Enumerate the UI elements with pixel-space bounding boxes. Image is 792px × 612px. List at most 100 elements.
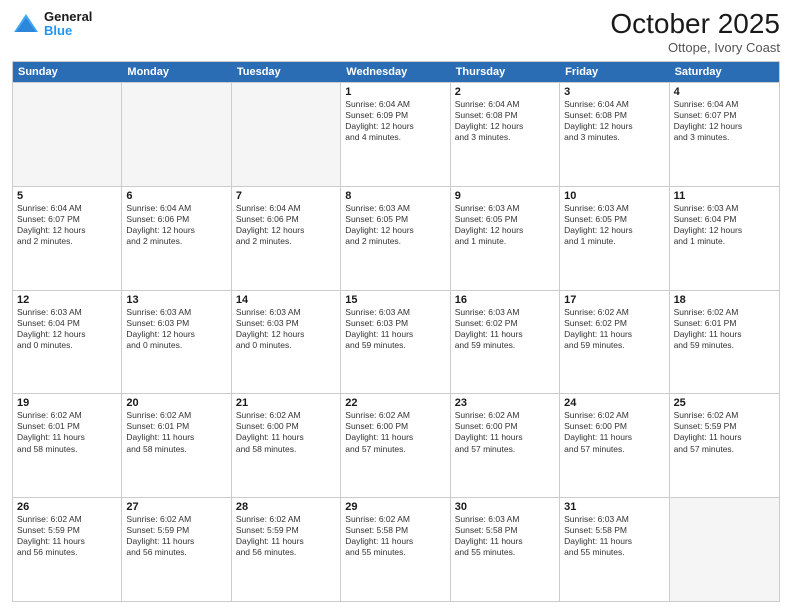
day-number: 24 xyxy=(564,397,664,409)
day-info: Sunrise: 6:03 AM Sunset: 6:05 PM Dayligh… xyxy=(455,203,555,247)
day-info: Sunrise: 6:02 AM Sunset: 5:59 PM Dayligh… xyxy=(236,514,336,558)
day-cell: 31Sunrise: 6:03 AM Sunset: 5:58 PM Dayli… xyxy=(560,498,669,601)
day-number: 13 xyxy=(126,294,226,306)
day-cell xyxy=(232,83,341,186)
day-number: 5 xyxy=(17,190,117,202)
day-number: 29 xyxy=(345,501,445,513)
day-cell: 5Sunrise: 6:04 AM Sunset: 6:07 PM Daylig… xyxy=(13,187,122,290)
day-info: Sunrise: 6:02 AM Sunset: 6:00 PM Dayligh… xyxy=(455,410,555,454)
day-number: 3 xyxy=(564,86,664,98)
day-cell: 25Sunrise: 6:02 AM Sunset: 5:59 PM Dayli… xyxy=(670,394,779,497)
day-number: 22 xyxy=(345,397,445,409)
day-info: Sunrise: 6:03 AM Sunset: 6:05 PM Dayligh… xyxy=(345,203,445,247)
day-info: Sunrise: 6:03 AM Sunset: 6:04 PM Dayligh… xyxy=(17,307,117,351)
day-info: Sunrise: 6:04 AM Sunset: 6:07 PM Dayligh… xyxy=(17,203,117,247)
day-cell: 13Sunrise: 6:03 AM Sunset: 6:03 PM Dayli… xyxy=(122,291,231,394)
day-cell: 6Sunrise: 6:04 AM Sunset: 6:06 PM Daylig… xyxy=(122,187,231,290)
day-number: 11 xyxy=(674,190,775,202)
day-info: Sunrise: 6:03 AM Sunset: 6:05 PM Dayligh… xyxy=(564,203,664,247)
day-number: 4 xyxy=(674,86,775,98)
logo-text: General Blue xyxy=(44,10,92,39)
day-cell: 8Sunrise: 6:03 AM Sunset: 6:05 PM Daylig… xyxy=(341,187,450,290)
day-cell: 9Sunrise: 6:03 AM Sunset: 6:05 PM Daylig… xyxy=(451,187,560,290)
day-number: 19 xyxy=(17,397,117,409)
day-cell: 23Sunrise: 6:02 AM Sunset: 6:00 PM Dayli… xyxy=(451,394,560,497)
day-cell: 4Sunrise: 6:04 AM Sunset: 6:07 PM Daylig… xyxy=(670,83,779,186)
day-number: 1 xyxy=(345,86,445,98)
day-info: Sunrise: 6:03 AM Sunset: 5:58 PM Dayligh… xyxy=(564,514,664,558)
logo-icon xyxy=(12,12,40,36)
day-cell: 7Sunrise: 6:04 AM Sunset: 6:06 PM Daylig… xyxy=(232,187,341,290)
day-number: 12 xyxy=(17,294,117,306)
week-row: 19Sunrise: 6:02 AM Sunset: 6:01 PM Dayli… xyxy=(13,393,779,497)
day-info: Sunrise: 6:02 AM Sunset: 6:00 PM Dayligh… xyxy=(345,410,445,454)
title-area: October 2025 Ottope, Ivory Coast xyxy=(610,10,780,55)
weeks: 1Sunrise: 6:04 AM Sunset: 6:09 PM Daylig… xyxy=(13,82,779,601)
location: Ottope, Ivory Coast xyxy=(610,40,780,55)
day-info: Sunrise: 6:03 AM Sunset: 6:03 PM Dayligh… xyxy=(126,307,226,351)
day-number: 8 xyxy=(345,190,445,202)
day-number: 6 xyxy=(126,190,226,202)
day-cell xyxy=(13,83,122,186)
month-title: October 2025 xyxy=(610,10,780,38)
header: General Blue October 2025 Ottope, Ivory … xyxy=(12,10,780,55)
day-cell: 3Sunrise: 6:04 AM Sunset: 6:08 PM Daylig… xyxy=(560,83,669,186)
day-info: Sunrise: 6:03 AM Sunset: 6:02 PM Dayligh… xyxy=(455,307,555,351)
day-number: 26 xyxy=(17,501,117,513)
page: General Blue October 2025 Ottope, Ivory … xyxy=(0,0,792,612)
day-info: Sunrise: 6:02 AM Sunset: 6:00 PM Dayligh… xyxy=(564,410,664,454)
logo: General Blue xyxy=(12,10,92,39)
day-cell: 15Sunrise: 6:03 AM Sunset: 6:03 PM Dayli… xyxy=(341,291,450,394)
day-header: Sunday xyxy=(13,62,122,82)
day-info: Sunrise: 6:03 AM Sunset: 5:58 PM Dayligh… xyxy=(455,514,555,558)
day-info: Sunrise: 6:04 AM Sunset: 6:08 PM Dayligh… xyxy=(564,99,664,143)
day-number: 23 xyxy=(455,397,555,409)
day-number: 7 xyxy=(236,190,336,202)
week-row: 1Sunrise: 6:04 AM Sunset: 6:09 PM Daylig… xyxy=(13,82,779,186)
day-info: Sunrise: 6:02 AM Sunset: 5:59 PM Dayligh… xyxy=(674,410,775,454)
calendar: SundayMondayTuesdayWednesdayThursdayFrid… xyxy=(12,61,780,602)
day-info: Sunrise: 6:04 AM Sunset: 6:08 PM Dayligh… xyxy=(455,99,555,143)
day-cell: 16Sunrise: 6:03 AM Sunset: 6:02 PM Dayli… xyxy=(451,291,560,394)
day-info: Sunrise: 6:02 AM Sunset: 6:00 PM Dayligh… xyxy=(236,410,336,454)
logo-line2: Blue xyxy=(44,24,92,38)
day-number: 20 xyxy=(126,397,226,409)
day-cell: 28Sunrise: 6:02 AM Sunset: 5:59 PM Dayli… xyxy=(232,498,341,601)
week-row: 26Sunrise: 6:02 AM Sunset: 5:59 PM Dayli… xyxy=(13,497,779,601)
day-info: Sunrise: 6:04 AM Sunset: 6:06 PM Dayligh… xyxy=(126,203,226,247)
day-number: 21 xyxy=(236,397,336,409)
day-cell: 17Sunrise: 6:02 AM Sunset: 6:02 PM Dayli… xyxy=(560,291,669,394)
day-cell: 27Sunrise: 6:02 AM Sunset: 5:59 PM Dayli… xyxy=(122,498,231,601)
day-headers: SundayMondayTuesdayWednesdayThursdayFrid… xyxy=(13,62,779,82)
day-number: 14 xyxy=(236,294,336,306)
day-number: 15 xyxy=(345,294,445,306)
day-info: Sunrise: 6:04 AM Sunset: 6:07 PM Dayligh… xyxy=(674,99,775,143)
day-number: 9 xyxy=(455,190,555,202)
day-number: 2 xyxy=(455,86,555,98)
day-cell: 24Sunrise: 6:02 AM Sunset: 6:00 PM Dayli… xyxy=(560,394,669,497)
day-info: Sunrise: 6:02 AM Sunset: 5:59 PM Dayligh… xyxy=(17,514,117,558)
week-row: 5Sunrise: 6:04 AM Sunset: 6:07 PM Daylig… xyxy=(13,186,779,290)
day-cell xyxy=(670,498,779,601)
day-cell xyxy=(122,83,231,186)
day-info: Sunrise: 6:04 AM Sunset: 6:09 PM Dayligh… xyxy=(345,99,445,143)
day-info: Sunrise: 6:02 AM Sunset: 5:58 PM Dayligh… xyxy=(345,514,445,558)
day-number: 28 xyxy=(236,501,336,513)
day-info: Sunrise: 6:02 AM Sunset: 6:01 PM Dayligh… xyxy=(17,410,117,454)
day-number: 25 xyxy=(674,397,775,409)
day-header: Wednesday xyxy=(341,62,450,82)
day-cell: 30Sunrise: 6:03 AM Sunset: 5:58 PM Dayli… xyxy=(451,498,560,601)
day-cell: 2Sunrise: 6:04 AM Sunset: 6:08 PM Daylig… xyxy=(451,83,560,186)
day-cell: 19Sunrise: 6:02 AM Sunset: 6:01 PM Dayli… xyxy=(13,394,122,497)
day-cell: 12Sunrise: 6:03 AM Sunset: 6:04 PM Dayli… xyxy=(13,291,122,394)
day-header: Thursday xyxy=(451,62,560,82)
day-cell: 20Sunrise: 6:02 AM Sunset: 6:01 PM Dayli… xyxy=(122,394,231,497)
day-number: 27 xyxy=(126,501,226,513)
day-cell: 26Sunrise: 6:02 AM Sunset: 5:59 PM Dayli… xyxy=(13,498,122,601)
day-info: Sunrise: 6:03 AM Sunset: 6:03 PM Dayligh… xyxy=(236,307,336,351)
day-info: Sunrise: 6:02 AM Sunset: 6:01 PM Dayligh… xyxy=(674,307,775,351)
day-number: 30 xyxy=(455,501,555,513)
day-cell: 18Sunrise: 6:02 AM Sunset: 6:01 PM Dayli… xyxy=(670,291,779,394)
day-cell: 10Sunrise: 6:03 AM Sunset: 6:05 PM Dayli… xyxy=(560,187,669,290)
day-number: 17 xyxy=(564,294,664,306)
